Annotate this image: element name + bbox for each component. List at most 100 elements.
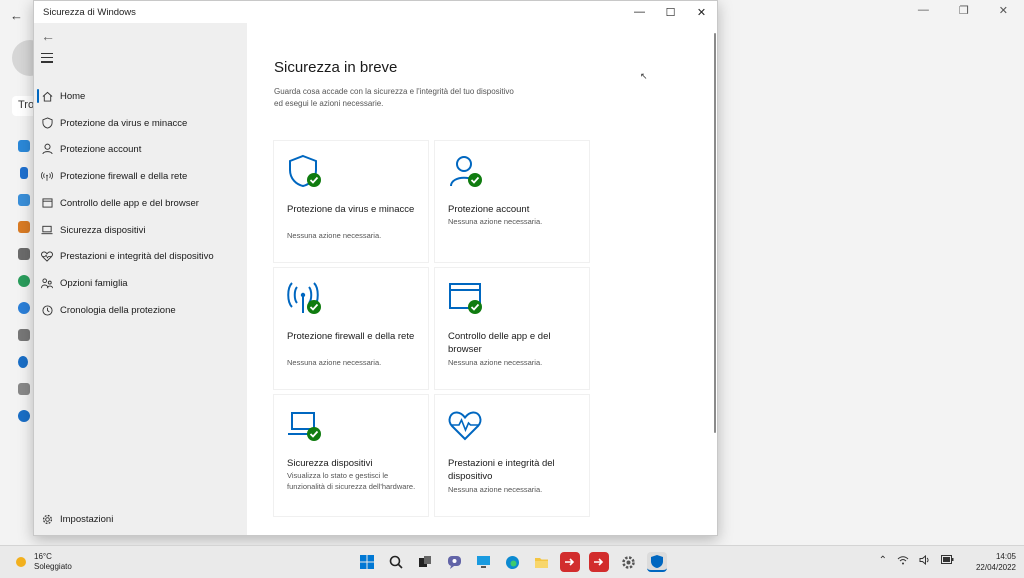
sidebar-item-device-security[interactable]: Sicurezza dispositivi: [34, 217, 247, 243]
wifi-icon[interactable]: [897, 555, 909, 568]
taskbar-apps: [357, 552, 667, 572]
personalization-icon[interactable]: [18, 221, 30, 233]
sidebar-item-label: Home: [60, 90, 86, 102]
settings-icon[interactable]: [618, 552, 638, 572]
sidebar-item-label: Protezione da virus e minacce: [60, 117, 188, 129]
card-title: Prestazioni e integrità del dispositivo: [448, 458, 555, 482]
sidebar-item-virus-protection[interactable]: Protezione da virus e minacce: [34, 110, 247, 136]
sidebar-item-home[interactable]: Home: [34, 83, 247, 109]
volume-icon[interactable]: [919, 554, 931, 568]
remote-app-icon[interactable]: [560, 552, 580, 572]
sidebar-item-label: Cronologia della protezione: [60, 304, 176, 316]
browser-window-icon: [34, 198, 60, 208]
card-status: Nessuna azione necessaria.: [448, 358, 543, 367]
person-icon: [34, 143, 60, 155]
title-bar[interactable]: Sicurezza di Windows — ☐ ✕: [34, 1, 717, 23]
sidebar-item-label: Impostazioni: [60, 513, 114, 525]
page-title: Sicurezza in breve: [274, 59, 398, 76]
card-device-performance[interactable]: Prestazioni e integrità del dispositivo …: [435, 395, 589, 516]
page-description: Guarda cosa accade con la sicurezza e l'…: [274, 87, 514, 108]
accounts-icon[interactable]: [18, 275, 30, 287]
back-arrow-icon[interactable]: ←: [41, 28, 55, 44]
clock[interactable]: 14:05 22/04/2022: [976, 551, 1016, 573]
maximize-button[interactable]: ☐: [655, 1, 686, 23]
mouse-cursor-icon: ↖: [640, 71, 648, 81]
heart-pulse-icon: [448, 408, 488, 446]
chevron-up-icon[interactable]: ⌃: [879, 555, 887, 568]
time-language-icon[interactable]: [18, 302, 30, 314]
sidebar-item-label: Protezione firewall e della rete: [60, 170, 188, 182]
card-status: Nessuna azione necessaria.: [448, 485, 543, 494]
sun-icon: [16, 557, 26, 567]
card-app-browser-control[interactable]: Controllo delle app e del browser Nessun…: [435, 268, 589, 389]
sidebar-item-protection-history[interactable]: Cronologia della protezione: [34, 297, 247, 323]
shield-icon: [34, 117, 60, 129]
antenna-check-icon: [287, 281, 327, 319]
card-device-security[interactable]: Sicurezza dispositivi Visualizza lo stat…: [274, 395, 428, 516]
sidebar-item-firewall[interactable]: Protezione firewall e della rete: [34, 163, 247, 189]
file-explorer-icon[interactable]: [531, 552, 551, 572]
sidebar-item-label: Opzioni famiglia: [60, 277, 128, 289]
wifi-antenna-icon: [34, 171, 60, 182]
clock-time: 14:05: [995, 552, 1016, 561]
sidebar-item-label: Controllo delle app e del browser: [60, 197, 199, 209]
card-status: Nessuna azione necessaria.: [287, 358, 382, 367]
scrollbar[interactable]: [714, 33, 716, 433]
sidebar-item-family-options[interactable]: Opzioni famiglia: [34, 270, 247, 296]
monitor-icon[interactable]: [473, 552, 493, 572]
card-title: Protezione account: [448, 204, 530, 215]
system-icon[interactable]: [18, 140, 30, 152]
card-firewall[interactable]: Protezione firewall e della rete Nessuna…: [274, 268, 428, 389]
weather-widget[interactable]: 16°C Soleggiato: [14, 552, 72, 572]
weather-temperature: 16°C: [34, 552, 52, 561]
weather-description: Soleggiato: [34, 562, 72, 571]
gear-icon: [34, 514, 60, 525]
teams-chat-icon[interactable]: [444, 552, 464, 572]
minimize-button[interactable]: —: [624, 1, 655, 23]
card-title: Protezione da virus e minacce: [287, 204, 415, 215]
family-icon: [34, 277, 60, 289]
sidebar-item-account-protection[interactable]: Protezione account: [34, 136, 247, 162]
minimize-icon[interactable]: —: [918, 4, 929, 17]
background-window-controls: — ❐ ✕: [918, 4, 1008, 17]
heart-icon: [34, 250, 60, 262]
card-virus-protection[interactable]: Protezione da virus e minacce Nessuna az…: [274, 141, 428, 262]
system-tray: ⌃: [879, 554, 954, 568]
sidebar-item-app-browser-control[interactable]: Controllo delle app e del browser: [34, 190, 247, 216]
bluetooth-icon[interactable]: [20, 167, 28, 179]
battery-icon[interactable]: [941, 555, 954, 568]
remote-app-2-icon[interactable]: [589, 552, 609, 572]
sidebar-item-label: Prestazioni e integrità del dispositivo: [60, 250, 214, 262]
laptop-icon: [34, 225, 60, 235]
network-icon[interactable]: [18, 194, 30, 206]
card-status: Nessuna azione necessaria.: [448, 217, 543, 226]
close-button[interactable]: ✕: [686, 1, 717, 23]
start-icon[interactable]: [357, 552, 377, 572]
clock-date: 22/04/2022: [975, 563, 1016, 572]
window-title: Sicurezza di Windows: [43, 7, 136, 18]
apps-icon[interactable]: [18, 248, 30, 260]
sidebar-item-device-performance[interactable]: Prestazioni e integrità del dispositivo: [34, 243, 247, 269]
edge-icon[interactable]: [502, 552, 522, 572]
close-icon[interactable]: ✕: [999, 4, 1008, 17]
sidebar-item-label: Protezione account: [60, 143, 142, 155]
privacy-security-icon[interactable]: [18, 383, 30, 395]
search-icon[interactable]: [386, 552, 406, 572]
sidebar: ← Home Protezione da virus e minacce Pro…: [34, 23, 247, 535]
accessibility-icon[interactable]: [18, 356, 28, 368]
card-title: Sicurezza dispositivi: [287, 458, 373, 469]
sidebar-item-settings[interactable]: Impostazioni: [34, 506, 247, 532]
taskbar: 16°C Soleggiato ⌃ 14:05 22/04/2022: [0, 545, 1024, 578]
home-icon: [34, 91, 60, 102]
task-view-icon[interactable]: [415, 552, 435, 572]
back-arrow-icon[interactable]: ←: [10, 8, 23, 23]
maximize-icon[interactable]: ❐: [959, 4, 969, 17]
person-check-icon: [448, 154, 488, 192]
hamburger-menu-icon[interactable]: [41, 53, 53, 66]
main-content: Sicurezza in breve Guarda cosa accade co…: [247, 23, 717, 535]
gaming-icon[interactable]: [18, 329, 30, 341]
card-account-protection[interactable]: Protezione account Nessuna azione necess…: [435, 141, 589, 262]
windows-update-icon[interactable]: [18, 410, 30, 422]
windows-security-icon[interactable]: [647, 552, 667, 572]
laptop-check-icon: [287, 408, 327, 446]
